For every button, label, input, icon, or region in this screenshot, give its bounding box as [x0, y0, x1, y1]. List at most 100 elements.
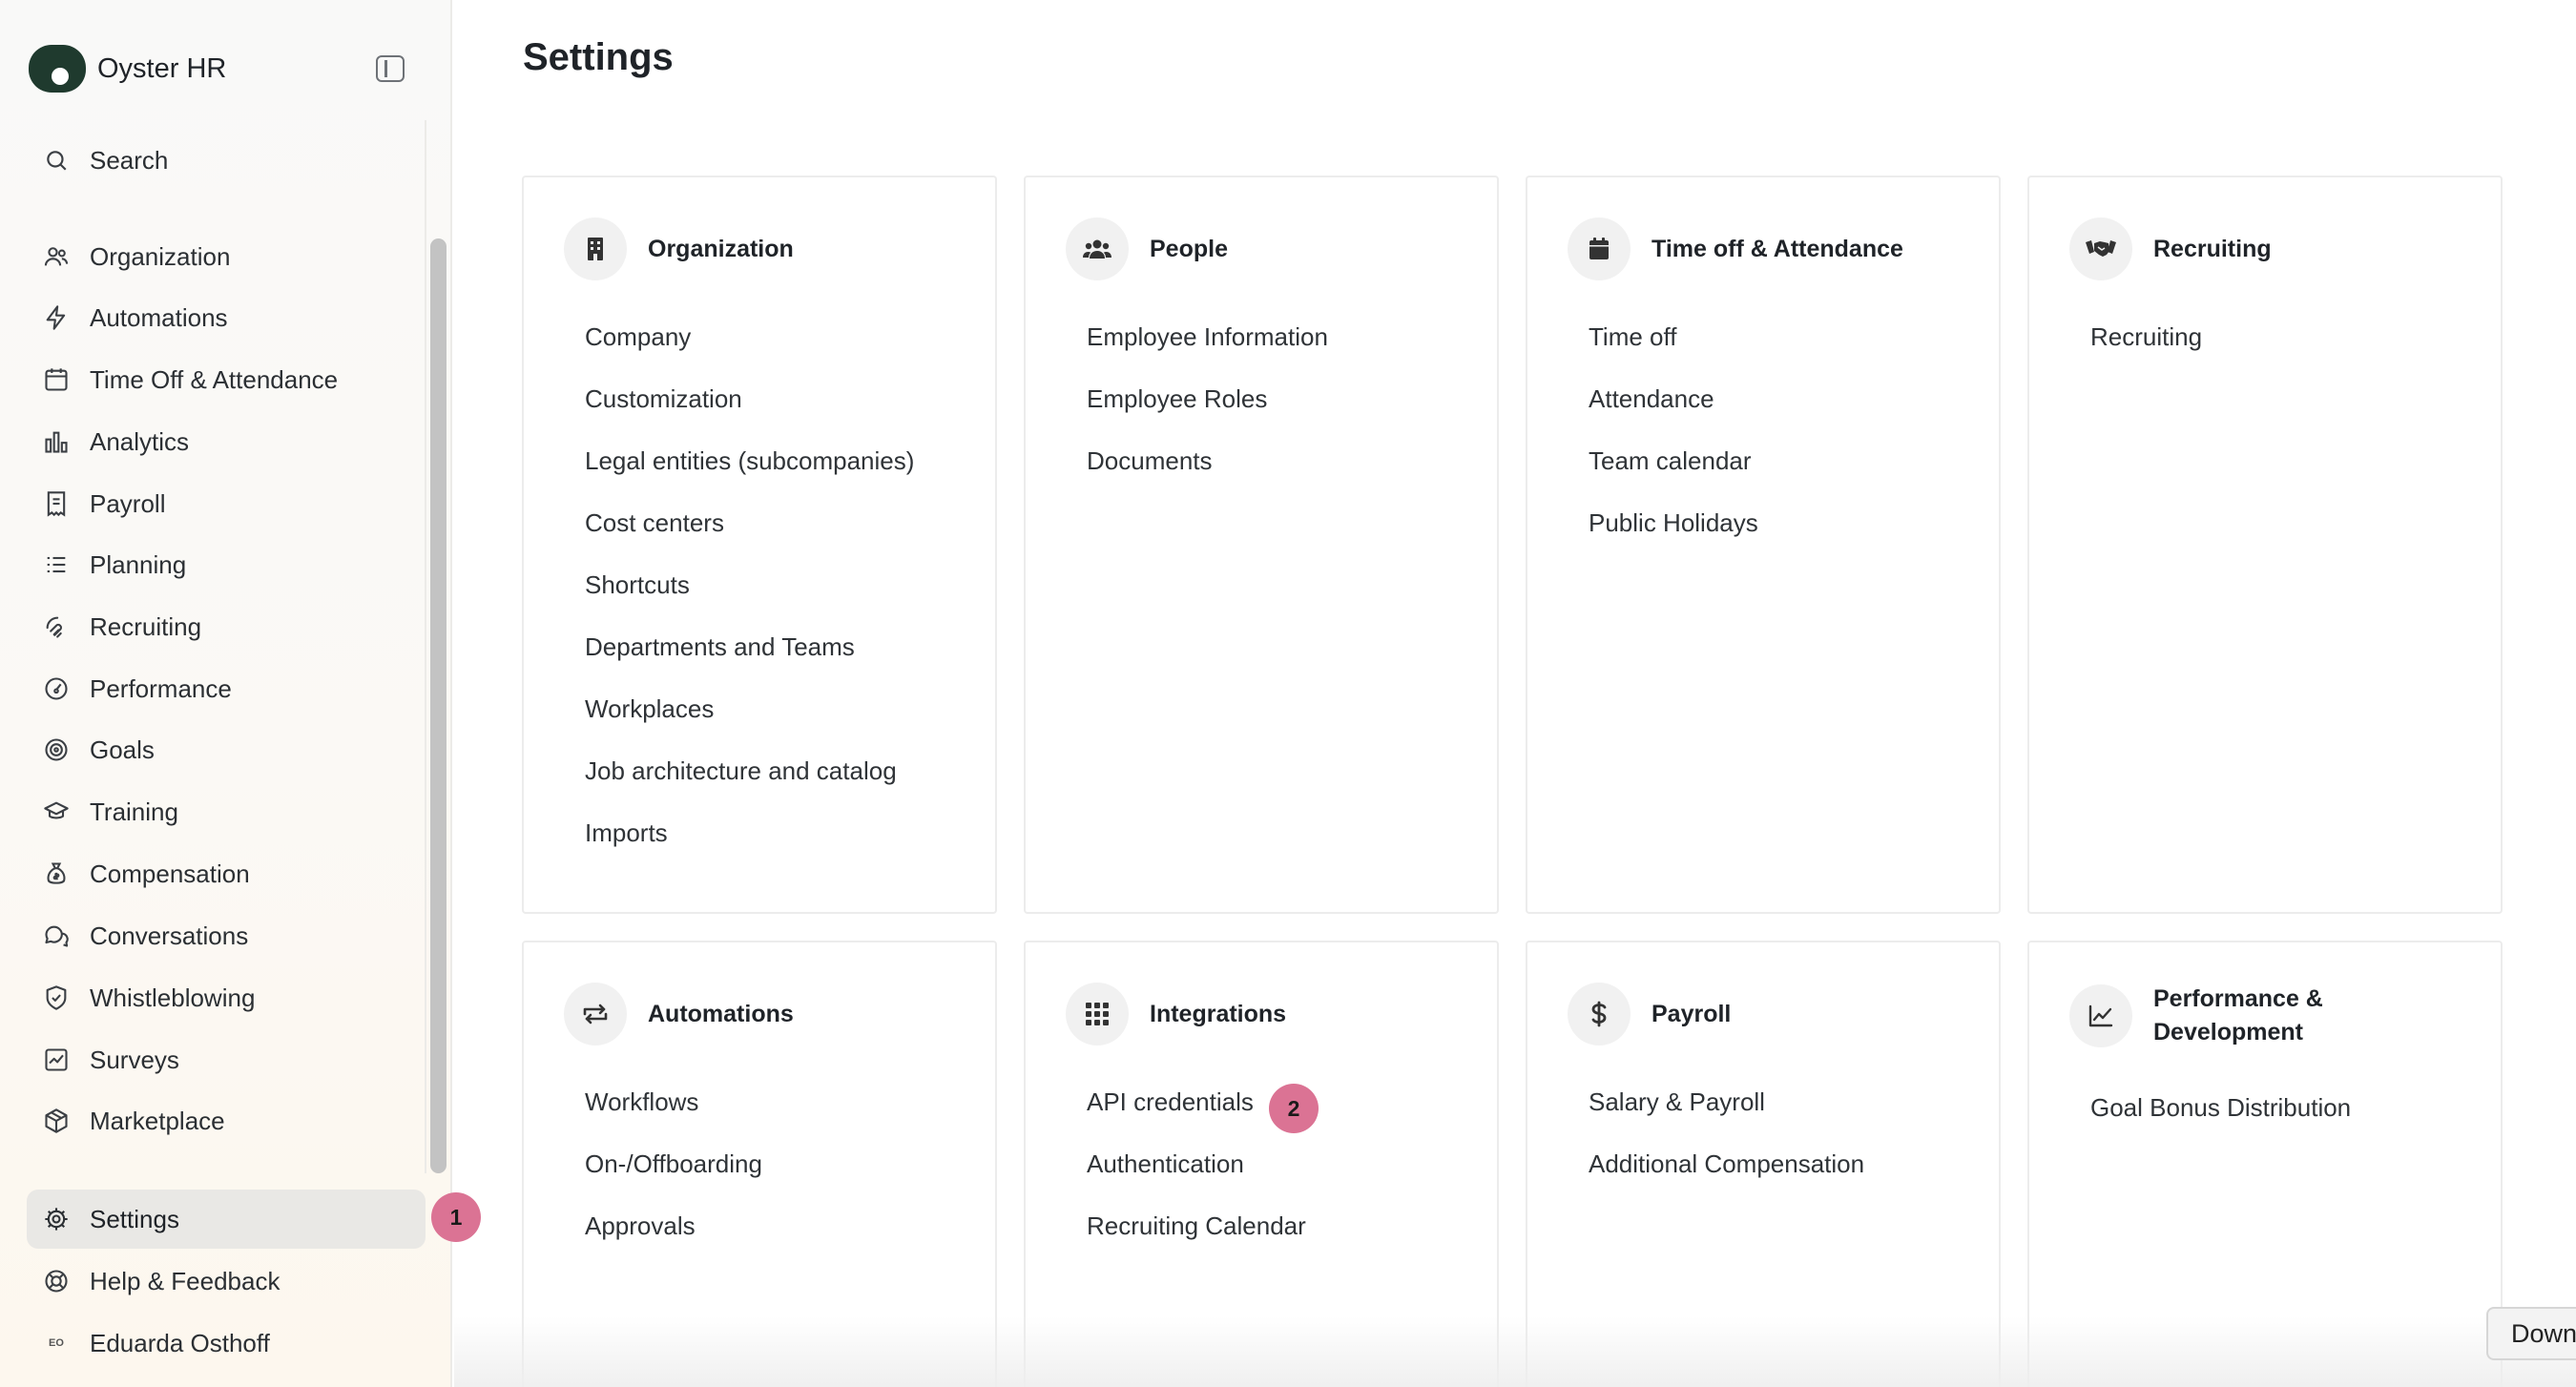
sidebar-item-training[interactable]: Training [27, 782, 426, 841]
settings-link-customization[interactable]: Customization [585, 384, 914, 446]
sidebar-item-label: Whistleblowing [90, 983, 256, 1012]
settings-link-salary-payroll[interactable]: Salary & Payroll [1589, 1087, 1864, 1149]
sidebar-item-conversations[interactable]: Conversations [27, 906, 426, 965]
settings-card-time-off-attendance: Time off & Attendance Time off Attendanc… [1526, 176, 2001, 914]
trend-chart-icon [2069, 984, 2132, 1047]
sidebar-item-label: Help & Feedback [90, 1266, 280, 1295]
settings-link-legal-entities[interactable]: Legal entities (subcompanies) [585, 446, 914, 508]
sidebar-item-compensation[interactable]: Compensation [27, 844, 426, 903]
card-title: Automations [648, 1000, 794, 1027]
sidebar-item-planning[interactable]: Planning [27, 535, 426, 594]
sidebar-item-label: Analytics [90, 426, 190, 456]
sidebar-item-label: Time Off & Attendance [90, 364, 339, 394]
settings-link-attendance[interactable]: Attendance [1589, 384, 1758, 446]
people-icon [1066, 217, 1129, 280]
settings-link-shortcuts[interactable]: Shortcuts [585, 570, 914, 632]
sidebar-scrollbar[interactable] [430, 238, 447, 1173]
sidebar-item-label: Conversations [90, 921, 249, 950]
settings-card-organization: Organization Company Customization Legal… [522, 176, 997, 914]
sidebar-item-payroll[interactable]: Payroll [27, 474, 426, 533]
calendar-icon [42, 365, 71, 394]
settings-link-workflows[interactable]: Workflows [585, 1087, 762, 1149]
settings-link-time-off[interactable]: Time off [1589, 322, 1758, 384]
card-title: Performance & Development [2153, 985, 2323, 1045]
settings-link-approvals[interactable]: Approvals [585, 1211, 762, 1273]
bar-chart-icon [42, 427, 71, 456]
settings-link-imports[interactable]: Imports [585, 818, 914, 880]
sidebar-user-profile[interactable]: EO Eduarda Osthoff [27, 1314, 426, 1373]
sidebar-item-marketplace[interactable]: Marketplace [27, 1091, 426, 1150]
settings-link-public-holidays[interactable]: Public Holidays [1589, 508, 1758, 570]
sidebar-item-time-off[interactable]: Time Off & Attendance [27, 350, 426, 409]
bottom-fade [454, 1316, 2576, 1387]
settings-link-employee-roles[interactable]: Employee Roles [1087, 384, 1328, 446]
calendar-icon [1568, 217, 1631, 280]
settings-link-employee-information[interactable]: Employee Information [1087, 322, 1328, 384]
sidebar-item-whistleblowing[interactable]: Whistleblowing [27, 968, 426, 1027]
card-title: Time off & Attendance [1652, 235, 1903, 262]
sidebar: Oyster HR Search Organization Automation… [0, 0, 452, 1387]
handshake-icon [2069, 217, 2132, 280]
sidebar-item-recruiting[interactable]: Recruiting [27, 597, 426, 656]
sidebar-item-automations[interactable]: Automations [27, 288, 426, 347]
package-icon [42, 1107, 71, 1135]
sidebar-item-label: Recruiting [90, 611, 202, 641]
sidebar-item-help[interactable]: Help & Feedback [27, 1252, 426, 1311]
step-badge-api-credentials: 2 [1269, 1084, 1319, 1133]
sidebar-item-label: Compensation [90, 859, 250, 888]
sidebar-item-settings[interactable]: Settings [27, 1190, 426, 1249]
sidebar-item-label: Organization [90, 241, 231, 271]
settings-link-additional-compensation[interactable]: Additional Compensation [1589, 1149, 1864, 1211]
settings-card-recruiting: Recruiting Recruiting [2027, 176, 2503, 914]
repeat-icon [564, 983, 627, 1045]
sidebar-item-performance[interactable]: Performance [27, 659, 426, 718]
sidebar-item-goals[interactable]: Goals [27, 720, 426, 779]
settings-link-recruiting[interactable]: Recruiting [2090, 322, 2202, 384]
lifebuoy-icon [42, 1267, 71, 1295]
survey-chart-icon [42, 1045, 71, 1074]
gauge-icon [42, 674, 71, 703]
sidebar-item-label: Automations [90, 302, 228, 332]
lightning-icon [42, 303, 71, 332]
grid-icon [1066, 983, 1129, 1045]
target-icon [42, 735, 71, 764]
sidebar-item-organization[interactable]: Organization [27, 227, 426, 286]
step-badge-settings: 1 [431, 1192, 481, 1242]
settings-link-job-architecture[interactable]: Job architecture and catalog [585, 756, 914, 818]
card-title: Integrations [1150, 1000, 1287, 1027]
settings-link-goal-bonus-distribution[interactable]: Goal Bonus Distribution [2090, 1093, 2351, 1155]
settings-link-documents[interactable]: Documents [1087, 446, 1328, 508]
sidebar-toggle-icon[interactable] [376, 55, 405, 82]
settings-link-departments-teams[interactable]: Departments and Teams [585, 632, 914, 694]
settings-link-company[interactable]: Company [585, 322, 914, 384]
dollar-icon [1568, 983, 1631, 1045]
download-button[interactable]: Down [2486, 1307, 2576, 1360]
settings-link-team-calendar[interactable]: Team calendar [1589, 446, 1758, 508]
receipt-icon [42, 489, 71, 518]
gear-icon [42, 1205, 71, 1233]
settings-link-workplaces[interactable]: Workplaces [585, 694, 914, 756]
brand-header: Oyster HR [29, 42, 429, 95]
brand-name: Oyster HR [97, 52, 227, 84]
user-name: Eduarda Osthoff [90, 1328, 270, 1357]
sidebar-item-analytics[interactable]: Analytics [27, 412, 426, 471]
card-title: Recruiting [2153, 235, 2272, 262]
sidebar-item-label: Payroll [90, 488, 166, 518]
settings-card-people: People Employee Information Employee Rol… [1024, 176, 1499, 914]
settings-link-authentication[interactable]: Authentication [1087, 1149, 1306, 1211]
oyster-logo [29, 45, 86, 93]
chat-bubbles-icon [42, 921, 71, 950]
shield-check-icon [42, 983, 71, 1012]
list-icon [42, 550, 71, 579]
settings-link-cost-centers[interactable]: Cost centers [585, 508, 914, 570]
page-title: Settings [523, 36, 674, 78]
sidebar-search-label: Search [90, 145, 169, 175]
sidebar-search[interactable]: Search [27, 131, 426, 190]
handshake-icon [42, 612, 71, 641]
sidebar-item-surveys[interactable]: Surveys [27, 1030, 426, 1089]
settings-link-on-offboarding[interactable]: On-/Offboarding [585, 1149, 762, 1211]
sidebar-item-label: Marketplace [90, 1106, 225, 1135]
search-icon [42, 146, 71, 175]
settings-link-recruiting-calendar[interactable]: Recruiting Calendar [1087, 1211, 1306, 1273]
sidebar-item-label: Settings [90, 1204, 179, 1233]
